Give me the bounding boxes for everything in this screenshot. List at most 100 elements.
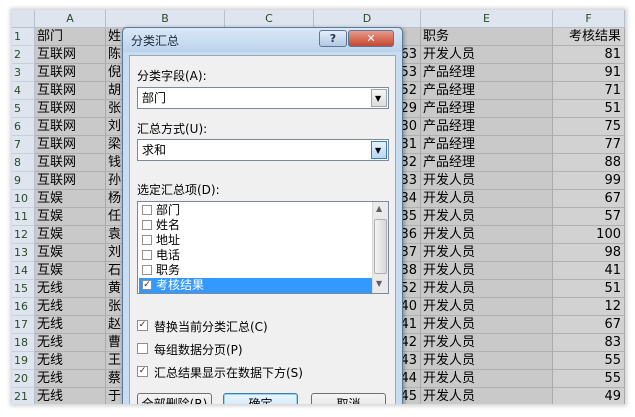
close-button[interactable]: ✕ xyxy=(348,30,394,47)
cell[interactable]: 无线 xyxy=(35,334,106,352)
row-header[interactable]: 4 xyxy=(12,82,35,100)
cell[interactable]: 互联网 xyxy=(35,46,106,64)
list-scrollbar[interactable]: ▲ ▼ xyxy=(372,202,388,293)
remove-all-button[interactable]: 全部删除(R) xyxy=(137,393,212,404)
cell[interactable]: 产品经理 xyxy=(421,100,553,118)
column-header-b[interactable]: B xyxy=(106,10,225,28)
cell[interactable]: 无线 xyxy=(35,316,106,334)
cell[interactable]: 开发人员 xyxy=(421,370,553,388)
cell[interactable]: 互娱 xyxy=(35,226,106,244)
cell[interactable]: 51 xyxy=(553,280,625,298)
row-header[interactable]: 10 xyxy=(12,190,35,208)
checkbox[interactable]: ✓ xyxy=(137,320,148,331)
row-header[interactable]: 18 xyxy=(12,334,35,352)
row-header[interactable]: 17 xyxy=(12,316,35,334)
column-header-e[interactable]: E xyxy=(421,10,553,28)
cell[interactable]: 无线 xyxy=(35,370,106,388)
group-field-dropdown-button[interactable]: ▼ xyxy=(371,89,387,107)
cell[interactable]: 产品经理 xyxy=(421,154,553,172)
cell[interactable]: 99 xyxy=(553,172,625,190)
cell[interactable]: 互娱 xyxy=(35,190,106,208)
subtotal-item[interactable]: 部门 xyxy=(139,203,372,218)
subtotal-item[interactable]: ✓ 考核结果 xyxy=(139,278,372,293)
option-checkbox[interactable]: 每组数据分页(P) xyxy=(137,340,387,358)
cell[interactable]: 75 xyxy=(553,118,625,136)
row-header[interactable]: 12 xyxy=(12,226,35,244)
cell[interactable]: 互联网 xyxy=(35,100,106,118)
subtotal-items-list[interactable]: 部门 姓名 地址 电话 职务 ✓ 考核结果 ▲ ▼ xyxy=(137,201,389,294)
scroll-down-icon[interactable]: ▼ xyxy=(376,279,382,288)
cell[interactable]: 开发人员 xyxy=(421,262,553,280)
cell[interactable]: 开发人员 xyxy=(421,208,553,226)
row-header[interactable]: 14 xyxy=(12,262,35,280)
cell[interactable]: 互联网 xyxy=(35,82,106,100)
cell[interactable]: 81 xyxy=(553,46,625,64)
cell[interactable]: 开发人员 xyxy=(421,298,553,316)
cell[interactable]: 职务 xyxy=(421,28,553,46)
cell[interactable]: 开发人员 xyxy=(421,280,553,298)
cell[interactable]: 开发人员 xyxy=(421,190,553,208)
cell[interactable]: 互联网 xyxy=(35,64,106,82)
cell[interactable]: 91 xyxy=(553,64,625,82)
function-combo[interactable]: 求和 ▼ xyxy=(137,139,389,161)
cell[interactable]: 部门 xyxy=(35,28,106,46)
row-header[interactable]: 6 xyxy=(12,118,35,136)
cancel-button[interactable]: 取消 xyxy=(311,393,386,404)
row-header[interactable]: 2 xyxy=(12,46,35,64)
subtotal-item[interactable]: 职务 xyxy=(139,263,372,278)
cell[interactable]: 产品经理 xyxy=(421,118,553,136)
column-header-c[interactable]: C xyxy=(225,10,314,28)
dialog-titlebar[interactable]: 分类汇总 ? ✕ xyxy=(123,28,402,52)
checkbox[interactable] xyxy=(142,220,152,230)
cell[interactable]: 互联网 xyxy=(35,154,106,172)
select-all-corner[interactable] xyxy=(12,10,35,28)
cell[interactable]: 83 xyxy=(553,334,625,352)
checkbox[interactable] xyxy=(142,235,152,245)
subtotal-item[interactable]: 电话 xyxy=(139,248,372,263)
cell[interactable]: 互娱 xyxy=(35,262,106,280)
row-header[interactable]: 3 xyxy=(12,64,35,82)
cell[interactable]: 开发人员 xyxy=(421,226,553,244)
cell[interactable]: 无线 xyxy=(35,280,106,298)
cell[interactable]: 开发人员 xyxy=(421,244,553,262)
cell[interactable]: 考核结果 xyxy=(553,28,625,46)
cell[interactable]: 无线 xyxy=(35,352,106,370)
ok-button[interactable]: 确定 xyxy=(223,393,298,404)
row-header[interactable]: 5 xyxy=(12,100,35,118)
cell[interactable]: 开发人员 xyxy=(421,316,553,334)
cell[interactable]: 互联网 xyxy=(35,172,106,190)
row-header[interactable]: 9 xyxy=(12,172,35,190)
row-header[interactable]: 21 xyxy=(12,388,35,404)
cell[interactable]: 55 xyxy=(553,352,625,370)
cell[interactable]: 100 xyxy=(553,226,625,244)
cell[interactable]: 98 xyxy=(553,244,625,262)
cell[interactable]: 67 xyxy=(553,316,625,334)
cell[interactable]: 产品经理 xyxy=(421,136,553,154)
cell[interactable]: 12 xyxy=(553,298,625,316)
cell[interactable]: 开发人员 xyxy=(421,388,553,404)
scroll-up-icon[interactable]: ▲ xyxy=(376,204,382,213)
checkbox[interactable]: ✓ xyxy=(142,280,152,290)
cell[interactable]: 互娱 xyxy=(35,244,106,262)
function-dropdown-button[interactable]: ▼ xyxy=(371,141,387,159)
option-checkbox[interactable]: ✓ 汇总结果显示在数据下方(S) xyxy=(137,363,387,381)
cell[interactable]: 产品经理 xyxy=(421,64,553,82)
cell[interactable]: 无线 xyxy=(35,298,106,316)
help-button[interactable]: ? xyxy=(319,30,347,47)
checkbox[interactable] xyxy=(142,250,152,260)
cell[interactable]: 产品经理 xyxy=(421,82,553,100)
subtotal-item[interactable]: 地址 xyxy=(139,233,372,248)
row-header[interactable]: 7 xyxy=(12,136,35,154)
checkbox[interactable] xyxy=(142,205,152,215)
cell[interactable]: 41 xyxy=(553,262,625,280)
cell[interactable]: 57 xyxy=(553,208,625,226)
cell[interactable]: 77 xyxy=(553,136,625,154)
row-header[interactable]: 16 xyxy=(12,298,35,316)
column-header-d[interactable]: D xyxy=(314,10,421,28)
subtotal-item[interactable]: 姓名 xyxy=(139,218,372,233)
cell[interactable]: 开发人员 xyxy=(421,334,553,352)
checkbox[interactable] xyxy=(137,343,148,354)
cell[interactable]: 49 xyxy=(553,388,625,404)
cell[interactable]: 开发人员 xyxy=(421,172,553,190)
checkbox[interactable] xyxy=(142,265,152,275)
